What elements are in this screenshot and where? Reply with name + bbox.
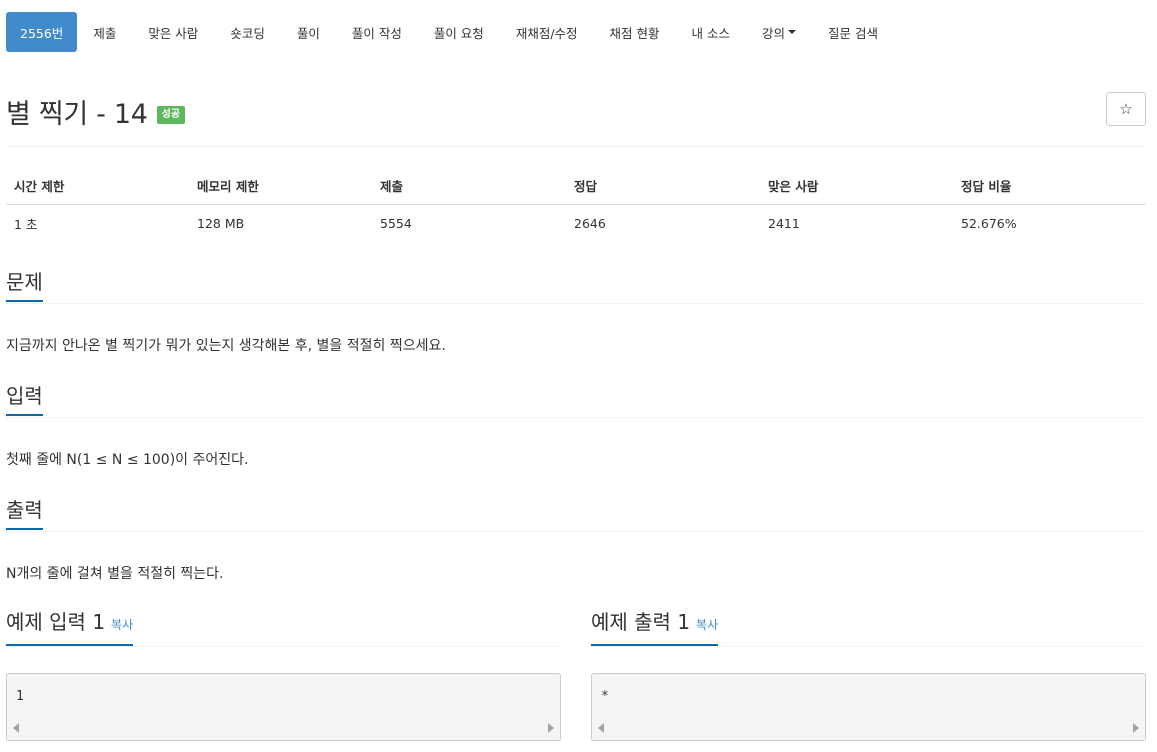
tab-lectures-dropdown[interactable]: 강의 <box>746 12 812 52</box>
sample-input-box[interactable]: 1 <box>6 673 561 741</box>
accepted-header: 정답 <box>566 168 760 205</box>
input-text: 첫째 줄에 N(1 ≤ N ≤ 100)이 주어진다. <box>6 452 249 468</box>
time-limit-header: 시간 제한 <box>6 168 189 205</box>
sample-output-copy-button[interactable]: 복사 <box>696 618 718 632</box>
sample-output-panel: 예제 출력 1 복사 * <box>591 608 1146 741</box>
scroll-left-icon[interactable] <box>598 723 604 733</box>
solved-users-value: 2411 <box>768 216 800 231</box>
tab-solutions[interactable]: 풀이 <box>281 12 336 52</box>
tab-status[interactable]: 채점 현황 <box>594 12 676 52</box>
description-title: 문제 <box>6 268 43 302</box>
tab-submit[interactable]: 제출 <box>77 12 132 52</box>
tab-problem[interactable]: 2556번 <box>6 12 78 52</box>
sample-input-content: 1 <box>16 689 24 704</box>
tab-accepted-users[interactable]: 맞은 사람 <box>132 12 214 52</box>
sample-output-title: 예제 출력 1 <box>591 610 691 634</box>
ratio-header: 정답 비율 <box>953 168 1146 205</box>
sample-output-content: * <box>601 689 609 704</box>
tab-write-solution[interactable]: 풀이 작성 <box>336 12 418 52</box>
tab-lectures-label: 강의 <box>762 25 786 41</box>
tab-request-solution[interactable]: 풀이 요청 <box>418 12 500 52</box>
sample-output-divider <box>591 646 1146 647</box>
memory-limit-value: 128 MB <box>197 216 245 231</box>
tab-short-coding[interactable]: 숏코딩 <box>214 12 281 52</box>
favorite-button[interactable]: ☆ <box>1106 92 1146 126</box>
problem-title-row: 별 찍기 - 14 성공 <box>6 92 186 131</box>
tab-my-source[interactable]: 내 소스 <box>676 12 746 52</box>
title-divider <box>6 146 1146 147</box>
info-header-row: 시간 제한 메모리 제한 제출 정답 맞은 사람 정답 비율 <box>6 168 1146 205</box>
problem-menu: 2556번 제출 맞은 사람 숏코딩 풀이 풀이 작성 풀이 요청 재채점/수정… <box>6 12 894 52</box>
input-section-header: 입력 <box>6 382 43 416</box>
sample-input-copy-button[interactable]: 복사 <box>111 618 133 632</box>
time-limit-value: 1 초 <box>14 217 38 232</box>
sample-input-scrollbar[interactable] <box>7 716 560 740</box>
problem-info-table: 시간 제한 메모리 제한 제출 정답 맞은 사람 정답 비율 1 초 128 M… <box>6 168 1146 242</box>
star-icon: ☆ <box>1119 100 1133 118</box>
info-value-row: 1 초 128 MB 5554 2646 2411 52.676% <box>6 205 1146 243</box>
sample-output-scrollbar[interactable] <box>592 716 1145 740</box>
tab-question-search[interactable]: 질문 검색 <box>812 12 894 52</box>
sample-input-title: 예제 입력 1 <box>6 610 106 634</box>
scroll-right-icon[interactable] <box>1133 723 1139 733</box>
caret-down-icon <box>788 30 797 34</box>
sample-output-box[interactable]: * <box>591 673 1146 741</box>
scroll-left-icon[interactable] <box>13 723 19 733</box>
description-divider <box>6 303 1146 304</box>
solved-users-header: 맞은 사람 <box>760 168 953 205</box>
output-section-header: 출력 <box>6 496 43 530</box>
ratio-value: 52.676% <box>961 216 1017 231</box>
submissions-header: 제출 <box>372 168 566 205</box>
output-divider <box>6 531 1146 532</box>
status-badge: 성공 <box>156 106 186 124</box>
input-divider <box>6 417 1146 418</box>
input-title: 입력 <box>6 382 43 416</box>
submissions-value: 5554 <box>380 216 412 231</box>
sample-input-divider <box>6 646 561 647</box>
output-title: 출력 <box>6 496 43 530</box>
page-title: 별 찍기 - 14 <box>6 99 148 130</box>
sample-output-title-wrap: 예제 출력 1 복사 <box>591 608 719 646</box>
output-text: N개의 줄에 걸쳐 별을 적절히 찍는다. <box>6 566 224 582</box>
description-text: 지금까지 안나온 별 찍기가 뭐가 있는지 생각해본 후, 별을 적절히 찍으세… <box>6 338 446 354</box>
sample-input-title-wrap: 예제 입력 1 복사 <box>6 608 134 646</box>
memory-limit-header: 메모리 제한 <box>189 168 372 205</box>
tab-rejudge[interactable]: 재채점/수정 <box>500 12 594 52</box>
scroll-right-icon[interactable] <box>548 723 554 733</box>
accepted-value: 2646 <box>574 216 606 231</box>
sample-input-panel: 예제 입력 1 복사 1 <box>6 608 561 741</box>
description-section-header: 문제 <box>6 268 43 302</box>
